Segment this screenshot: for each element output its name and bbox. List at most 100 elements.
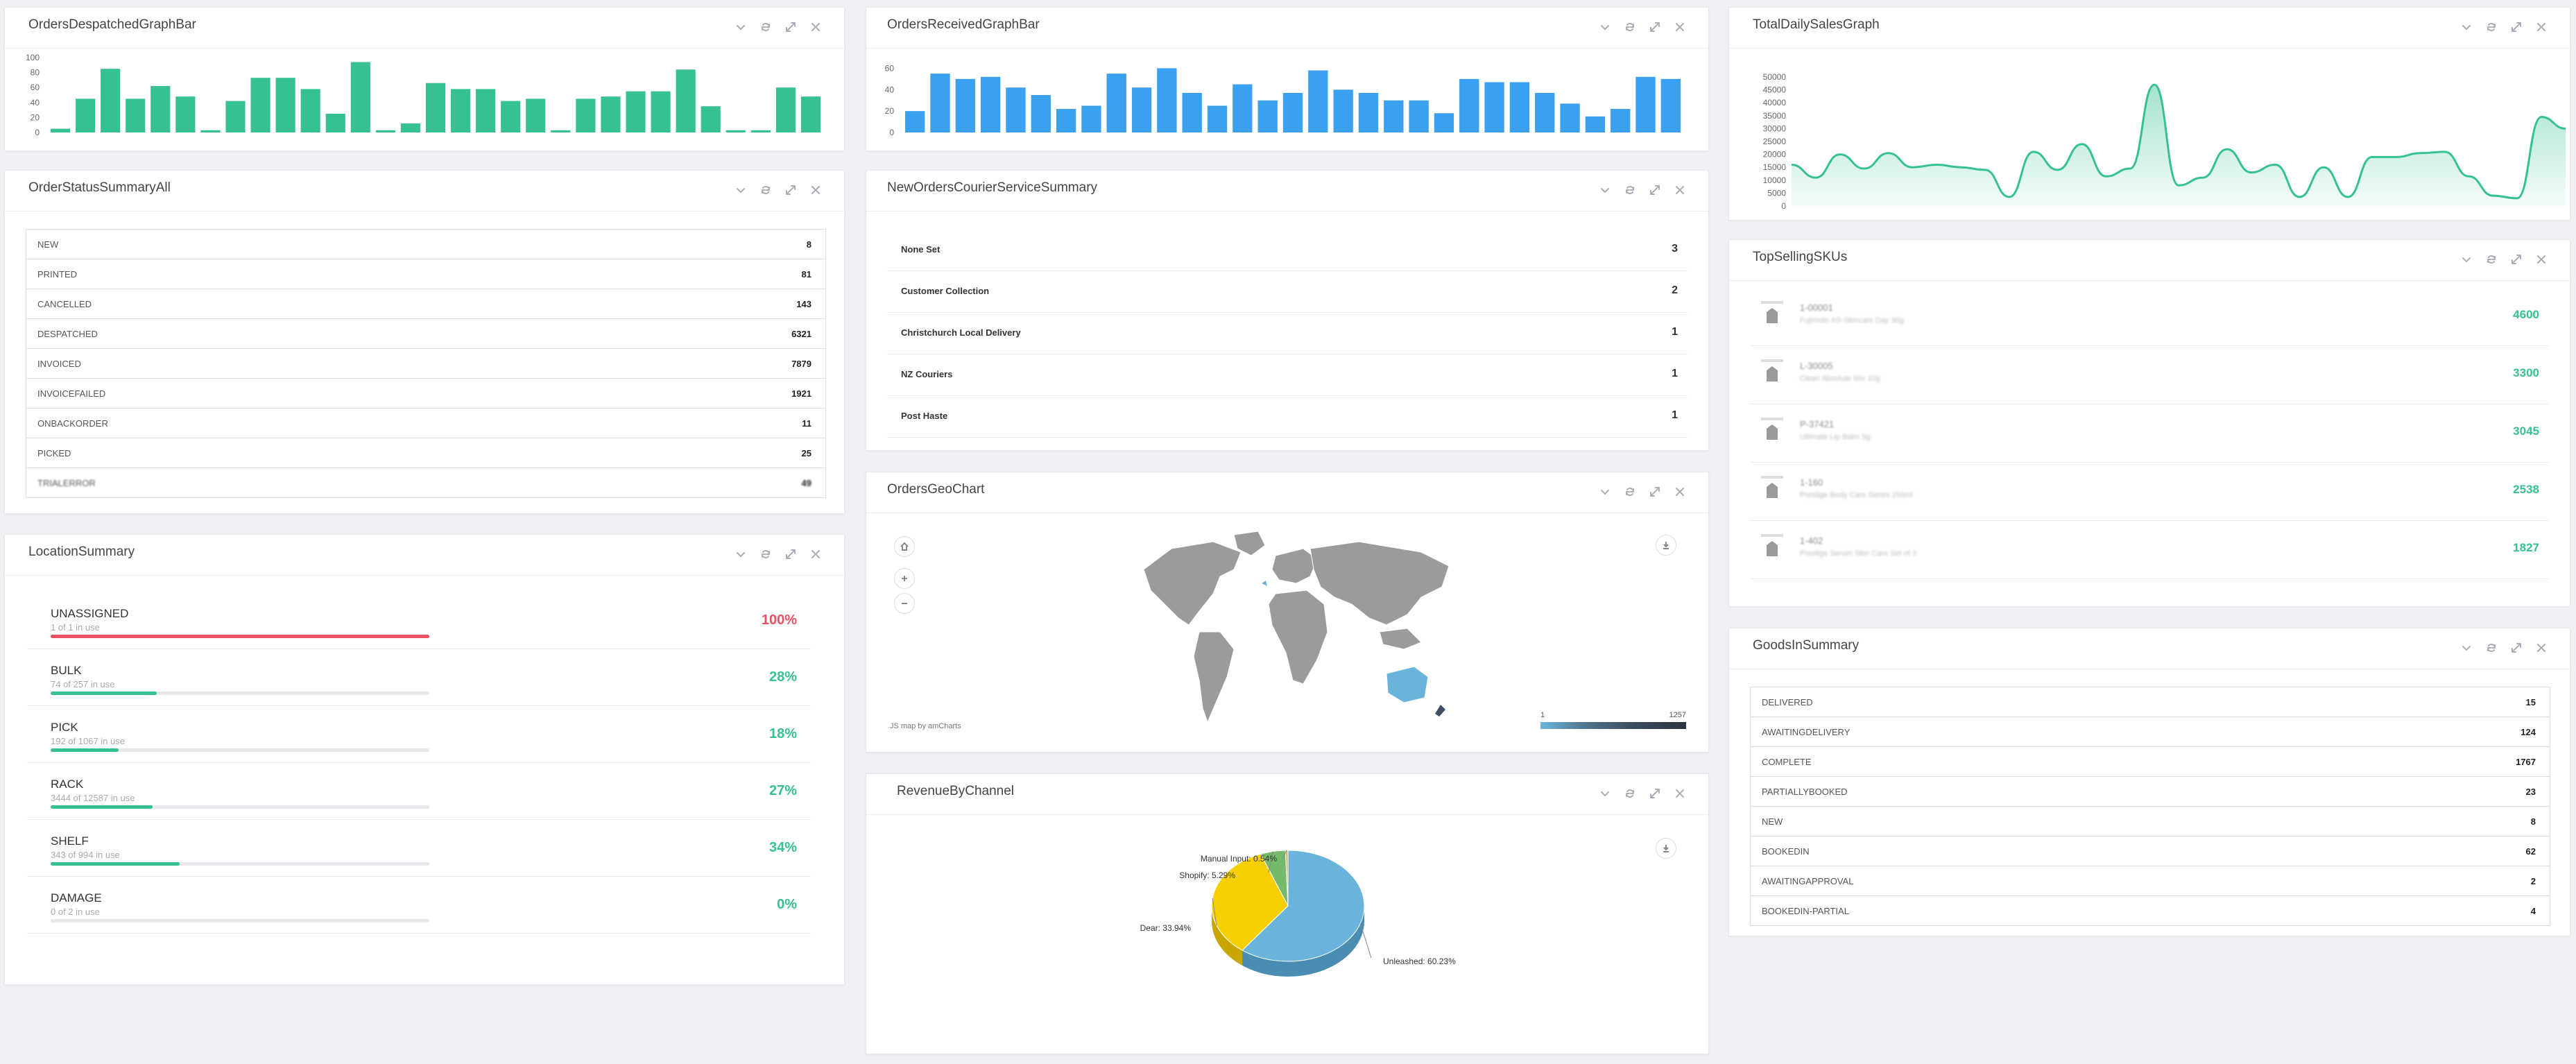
widget-title: GoodsInSummary	[1753, 638, 1860, 653]
expand-button[interactable]	[1647, 786, 1663, 801]
expand-button[interactable]	[2509, 19, 2524, 35]
expand-icon	[786, 185, 796, 195]
close-button[interactable]	[2534, 19, 2549, 35]
revenue-by-channel-widget: RevenueByChannel Unleashed: 60.23% Dear: …	[866, 773, 1709, 1054]
usage-bar-fill	[51, 748, 119, 752]
close-icon	[2537, 255, 2545, 264]
goods-in-summary-widget: GoodsInSummary DELIVERED 15 AWAITINGDELIVE…	[1728, 628, 2570, 936]
refresh-button[interactable]	[758, 547, 773, 562]
refresh-button[interactable]	[1622, 786, 1638, 801]
bar	[930, 74, 950, 132]
row-label: COMPLETE	[1762, 756, 1812, 767]
collapse-button[interactable]	[2459, 19, 2474, 35]
expand-button[interactable]	[783, 547, 798, 562]
expand-button[interactable]	[2509, 640, 2524, 655]
usage-percent: 27%	[768, 783, 797, 798]
refresh-button[interactable]	[2484, 252, 2499, 267]
row-value: 143	[796, 298, 812, 309]
map-home-button[interactable]	[894, 536, 915, 557]
expand-icon	[786, 549, 796, 559]
north-america	[1143, 541, 1242, 626]
close-button[interactable]	[1672, 484, 1688, 499]
usage-bar-fill	[51, 805, 153, 809]
bar	[225, 101, 246, 132]
collapse-button[interactable]	[1597, 484, 1613, 499]
row-value: 62	[2525, 846, 2536, 857]
y-tick-label: 25000	[1763, 137, 1787, 146]
close-button[interactable]	[1672, 786, 1688, 801]
refresh-button[interactable]	[2484, 640, 2499, 655]
map-zoom-out-button[interactable]	[894, 593, 915, 614]
expand-button[interactable]	[1647, 19, 1663, 35]
close-button[interactable]	[808, 19, 823, 35]
widget-title: TotalDailySalesGraph	[1753, 17, 1880, 32]
collapse-button[interactable]	[1597, 786, 1613, 801]
close-button[interactable]	[2534, 640, 2549, 655]
expand-button[interactable]	[1647, 182, 1663, 198]
refresh-button[interactable]	[1622, 484, 1638, 499]
widget-header: TopSellingSKUs	[1729, 240, 2570, 281]
courier-name: NZ Couriers	[901, 369, 953, 379]
total-daily-sales-widget: TotalDailySalesGraph 0 5000 10000 15000 2000…	[1728, 7, 2570, 221]
close-button[interactable]	[808, 547, 823, 562]
sku-quantity: 2538	[2513, 483, 2539, 496]
widget-toolbar	[733, 19, 823, 35]
row-value: 4	[2530, 905, 2536, 916]
refresh-button[interactable]	[758, 19, 773, 35]
collapse-button[interactable]	[733, 547, 748, 562]
row-value: 7879	[791, 358, 812, 369]
sku-row: L-30005 Clean Absolute Mix 10g 3300	[1750, 345, 2549, 404]
close-button[interactable]	[808, 182, 823, 198]
expand-button[interactable]	[1647, 484, 1663, 499]
bar	[450, 89, 471, 132]
expand-button[interactable]	[2509, 252, 2524, 267]
widget-header: OrdersReceivedGraphBar	[866, 8, 1708, 49]
y-tick-label: 40000	[1763, 98, 1787, 108]
collapse-button[interactable]	[733, 182, 748, 198]
bar	[980, 76, 1001, 132]
product-image-icon	[1761, 301, 1783, 323]
widget-header: NewOrdersCourierServiceSummary	[866, 171, 1708, 212]
bar	[175, 96, 196, 132]
bar	[1358, 92, 1379, 132]
widget-header: OrderStatusSummaryAll	[5, 171, 844, 212]
usage-percent: 0%	[777, 897, 797, 912]
refresh-button[interactable]	[1622, 182, 1638, 198]
collapse-button[interactable]	[733, 19, 748, 35]
new-zealand-region	[1435, 705, 1445, 717]
usage-percent: 34%	[768, 840, 797, 855]
row-label: DELIVERED	[1762, 696, 1813, 707]
table-row: TRIALERROR 49	[26, 467, 825, 497]
location-usage: 343 of 994 in use	[51, 850, 120, 860]
table-row: INVOICEFAILED 1921	[26, 378, 825, 408]
collapse-button[interactable]	[2459, 252, 2474, 267]
location-name: BULK	[51, 664, 82, 677]
close-button[interactable]	[1672, 182, 1688, 198]
map-export-button[interactable]	[1656, 535, 1676, 556]
close-button[interactable]	[1672, 19, 1688, 35]
refresh-button[interactable]	[1622, 19, 1638, 35]
orders-received-widget: OrdersReceivedGraphBar 0 20 40 60	[866, 7, 1709, 151]
collapse-button[interactable]	[1597, 19, 1613, 35]
expand-button[interactable]	[783, 182, 798, 198]
refresh-icon	[1626, 789, 1634, 798]
collapse-button[interactable]	[2459, 640, 2474, 655]
expand-button[interactable]	[783, 19, 798, 35]
collapse-button[interactable]	[1597, 182, 1613, 198]
location-row: UNASSIGNED 1 of 1 in use 100%	[27, 592, 811, 649]
y-tick-label: 15000	[1763, 162, 1787, 172]
row-label: NEW	[37, 239, 59, 250]
refresh-button[interactable]	[2484, 19, 2499, 35]
row-value: 1921	[791, 388, 812, 399]
bar	[1106, 74, 1126, 132]
row-value: 49	[801, 477, 812, 488]
bar	[701, 106, 721, 132]
close-button[interactable]	[2534, 252, 2549, 267]
row-value: 25	[801, 447, 812, 458]
refresh-button[interactable]	[758, 182, 773, 198]
product-image-icon	[1761, 476, 1783, 498]
y-tick-label: 20	[885, 106, 895, 116]
location-row: PICK 192 of 1067 in use 18%	[27, 705, 811, 763]
map-zoom-in-button[interactable]	[894, 568, 915, 589]
bar	[1031, 95, 1051, 132]
